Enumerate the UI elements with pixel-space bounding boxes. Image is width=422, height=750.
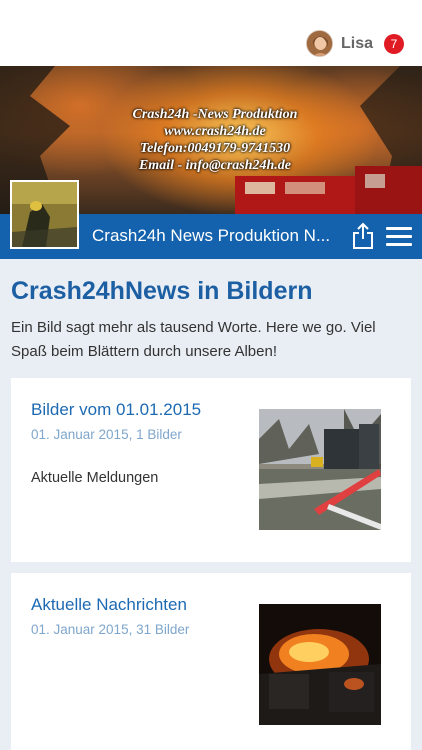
user-avatar-icon[interactable] bbox=[305, 30, 333, 57]
hamburger-menu-icon[interactable] bbox=[386, 227, 412, 247]
album-title[interactable]: Bilder vom 01.01.2015 bbox=[31, 400, 201, 420]
share-icon[interactable] bbox=[352, 222, 374, 250]
album-thumbnail[interactable] bbox=[259, 409, 381, 530]
banner-line-website: www.crash24h.de bbox=[164, 124, 266, 139]
top-bar: Lisa 7 bbox=[0, 0, 422, 66]
album-card[interactable]: Aktuelle Nachrichten 01. Januar 2015, 31… bbox=[11, 573, 411, 750]
user-name[interactable]: Lisa bbox=[341, 35, 373, 53]
album-card[interactable]: Bilder vom 01.01.2015 01. Januar 2015, 1… bbox=[11, 378, 411, 562]
album-meta: 01. Januar 2015, 1 Bilder bbox=[31, 427, 182, 442]
banner-line-phone: Telefon:0049179-9741530 bbox=[139, 141, 291, 156]
album-category: Aktuelle Meldungen bbox=[31, 470, 159, 486]
banner-line-email: Email - info@crash24h.de bbox=[138, 158, 292, 173]
album-thumbnail[interactable] bbox=[259, 604, 381, 725]
main-content: Crash24hNews in Bildern Ein Bild sagt me… bbox=[0, 259, 422, 750]
page-title: Crash24hNews in Bildern bbox=[11, 277, 313, 305]
user-menu[interactable]: Lisa 7 bbox=[305, 30, 404, 57]
profile-logo-image[interactable] bbox=[10, 180, 79, 249]
notification-badge[interactable]: 7 bbox=[384, 33, 404, 54]
album-title[interactable]: Aktuelle Nachrichten bbox=[31, 595, 187, 615]
page-description: Ein Bild sagt mehr als tausend Worte. He… bbox=[11, 319, 376, 360]
banner-line-company: Crash24h -News Produktion bbox=[132, 107, 298, 122]
app-title: Crash24h News Produktion N... bbox=[92, 226, 331, 245]
banner-contact-text: Crash24h -News Produktion www.crash24h.d… bbox=[100, 106, 330, 174]
album-meta: 01. Januar 2015, 31 Bilder bbox=[31, 622, 190, 637]
